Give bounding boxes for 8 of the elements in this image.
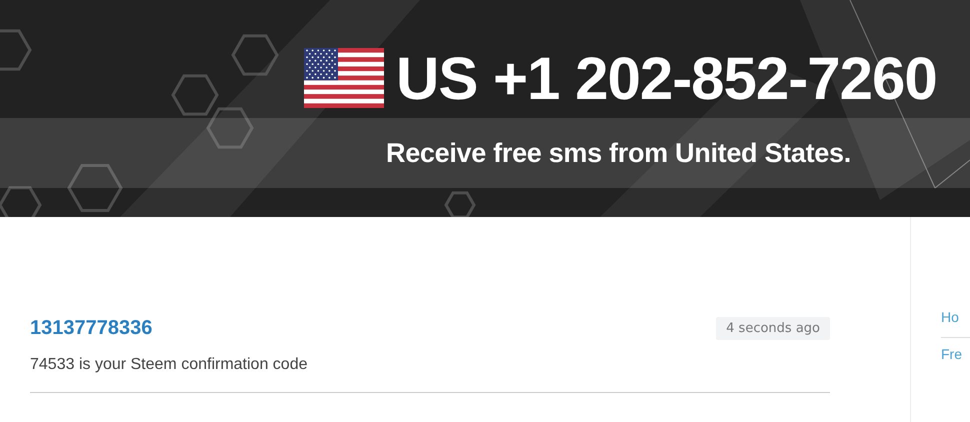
message-text: 74533 is your Steem confirmation code (30, 356, 308, 374)
subtitle: Receive free sms from United States. (386, 138, 851, 168)
sidebar-link[interactable]: Fre (941, 338, 970, 374)
sidebar-link[interactable]: Ho (941, 301, 970, 338)
phone-number-title: US +1 202-852-7260 (396, 44, 937, 112)
flag-icon (304, 48, 384, 108)
time-badge: 4 seconds ago (716, 317, 830, 340)
sender-link[interactable]: 13137778336 (30, 317, 152, 340)
